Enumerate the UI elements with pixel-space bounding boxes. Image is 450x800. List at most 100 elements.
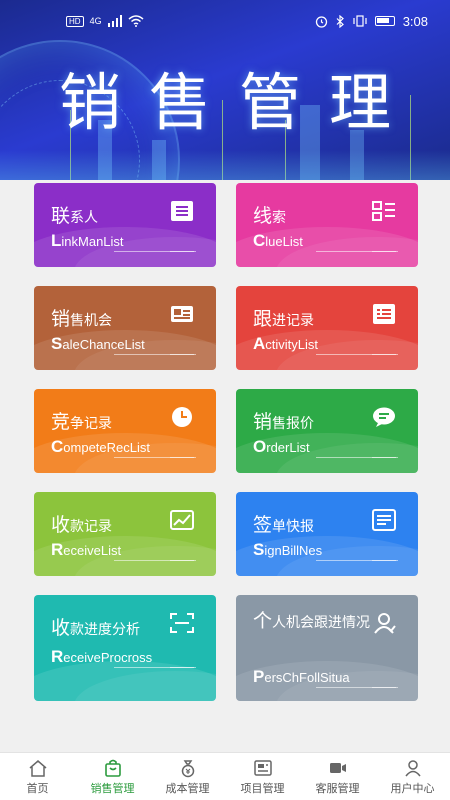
menu-card-activitylist[interactable]: 跟进记录 ActivityList — [236, 286, 418, 370]
card-underline — [170, 457, 196, 458]
card-chinese-title: 收款记录 — [51, 510, 112, 537]
card-subtitle-first-char: R — [51, 647, 64, 666]
header-banner: HD 4G 3:08 销售管理 — [0, 0, 450, 180]
card-subtitle-rest: eceiveProcross — [63, 650, 153, 665]
person-icon — [372, 612, 396, 634]
home-icon — [28, 758, 48, 778]
decorative-glow — [0, 150, 450, 180]
card-chinese-title: 签单快报 — [253, 510, 314, 537]
menu-card-orderlist[interactable]: 销售报价 OrderList — [236, 389, 418, 473]
card-title-rest: 款记录 — [70, 519, 113, 535]
card-chinese-title: 跟进记录 — [253, 304, 314, 331]
card-title-rest: 进记录 — [272, 313, 315, 329]
bluetooth-icon — [336, 14, 344, 28]
card-underline — [372, 251, 398, 252]
card-english-title: ReceiveProcross — [51, 647, 152, 667]
card-subtitle-rest: ctivityList — [265, 337, 319, 352]
nav-item-1[interactable]: 销售管理 — [75, 753, 150, 800]
card-underline — [372, 457, 398, 458]
card-title-rest: 款进度分析 — [70, 622, 141, 638]
card-english-title: SignBillNes — [253, 540, 322, 560]
nav-item-4[interactable]: 客服管理 — [300, 753, 375, 800]
card-title-first-char: 销 — [253, 411, 273, 433]
card-underline — [170, 560, 196, 561]
card-subtitle-first-char: P — [253, 667, 265, 686]
card-title-rest: 人机会跟进情况 — [272, 615, 371, 631]
card-english-title: SaleChanceList — [51, 334, 145, 354]
card-subtitle-first-char: C — [51, 437, 64, 456]
card-subtitle-first-char: O — [253, 437, 267, 456]
card-underline — [372, 354, 398, 355]
card-title-rest: 售报价 — [272, 416, 315, 432]
card-title-first-char: 跟 — [253, 308, 273, 330]
card-title-rest: 索 — [272, 210, 287, 226]
menu-card-linkmanlist[interactable]: 联系人 LinkManList — [34, 183, 216, 267]
card-title-first-char: 线 — [253, 205, 273, 227]
card-subtitle-rest: aleChanceList — [62, 337, 145, 352]
chat-bubble-icon — [372, 406, 396, 428]
nav-label: 用户中心 — [390, 781, 435, 795]
chart-image-icon — [170, 509, 194, 531]
nav-label: 销售管理 — [90, 781, 135, 795]
card-underline — [372, 560, 398, 561]
card-chinese-title: 销售机会 — [51, 304, 112, 331]
card-english-title: LinkManList — [51, 231, 124, 251]
nav-label: 首页 — [26, 781, 49, 795]
card-underline — [170, 667, 196, 668]
card-title-rest: 售机会 — [70, 313, 113, 329]
card-title-first-char: 收 — [51, 617, 71, 639]
card-underline — [170, 354, 196, 355]
card-english-title: OrderList — [253, 437, 310, 457]
card-english-title: ClueList — [253, 231, 303, 251]
menu-card-cluelist[interactable]: 线索 ClueList — [236, 183, 418, 267]
menu-card-competereclist[interactable]: 竞争记录 CompeteRecList — [34, 389, 216, 473]
bottom-navigation: 首页 销售管理 成本管理 项目管理 客服管理 用户中心 — [0, 752, 450, 800]
scan-icon — [170, 612, 194, 634]
menu-card-salechancelist[interactable]: 销售机会 SaleChanceList — [34, 286, 216, 370]
menu-card-receivelist[interactable]: 收款记录 ReceiveList — [34, 492, 216, 576]
clock-icon — [170, 406, 194, 428]
record-icon — [372, 303, 396, 325]
list-icon — [372, 200, 396, 222]
card-title-first-char: 收 — [51, 514, 71, 536]
id-card-icon — [170, 303, 194, 325]
money-bag-icon — [178, 758, 198, 778]
menu-card-signbillnes[interactable]: 签单快报 SignBillNes — [236, 492, 418, 576]
card-title-first-char: 销 — [51, 308, 71, 330]
card-title-first-char: 竞 — [51, 411, 71, 433]
card-chinese-title: 联系人 — [51, 201, 98, 228]
card-subtitle-first-char: C — [253, 231, 266, 250]
menu-card-receiveprocross[interactable]: 收款进度分析 ReceiveProcross — [34, 595, 216, 701]
hd-badge: HD — [66, 15, 84, 27]
card-subtitle-first-char: S — [51, 334, 63, 353]
nav-label: 成本管理 — [165, 781, 210, 795]
alarm-icon — [315, 15, 327, 28]
signal-icon — [107, 15, 122, 27]
status-time: 3:08 — [402, 13, 428, 29]
card-subtitle-first-char: S — [253, 540, 265, 559]
card-subtitle-rest: inkManList — [61, 234, 124, 249]
card-subtitle-first-char: R — [51, 540, 64, 559]
nav-item-3[interactable]: 项目管理 — [225, 753, 300, 800]
status-bar: HD 4G 3:08 — [0, 0, 450, 42]
nav-label: 客服管理 — [315, 781, 360, 795]
card-english-title: PersChFollSitua — [253, 667, 350, 687]
card-subtitle-rest: eceiveList — [63, 543, 122, 558]
video-icon — [328, 758, 348, 778]
nav-item-2[interactable]: 成本管理 — [150, 753, 225, 800]
card-subtitle-rest: ersChFollSitua — [264, 670, 350, 685]
menu-card-perschfollsitua[interactable]: 个人机会跟进情况 PersChFollSitua — [236, 595, 418, 701]
card-title-rest: 争记录 — [70, 416, 113, 432]
nav-item-5[interactable]: 用户中心 — [375, 753, 450, 800]
form-icon — [372, 509, 396, 531]
card-chinese-title: 个人机会跟进情况 — [253, 609, 383, 635]
card-subtitle-rest: ignBillNes — [264, 543, 323, 558]
vibrate-icon — [353, 15, 367, 27]
network-label: 4G — [89, 16, 102, 26]
card-subtitle-rest: rderList — [266, 440, 310, 455]
user-icon — [403, 758, 423, 778]
card-chinese-title: 收款进度分析 — [51, 613, 140, 640]
card-subtitle-rest: ompeteRecList — [63, 440, 150, 455]
nav-item-0[interactable]: 首页 — [0, 753, 75, 800]
card-subtitle-rest: lueList — [265, 234, 303, 249]
